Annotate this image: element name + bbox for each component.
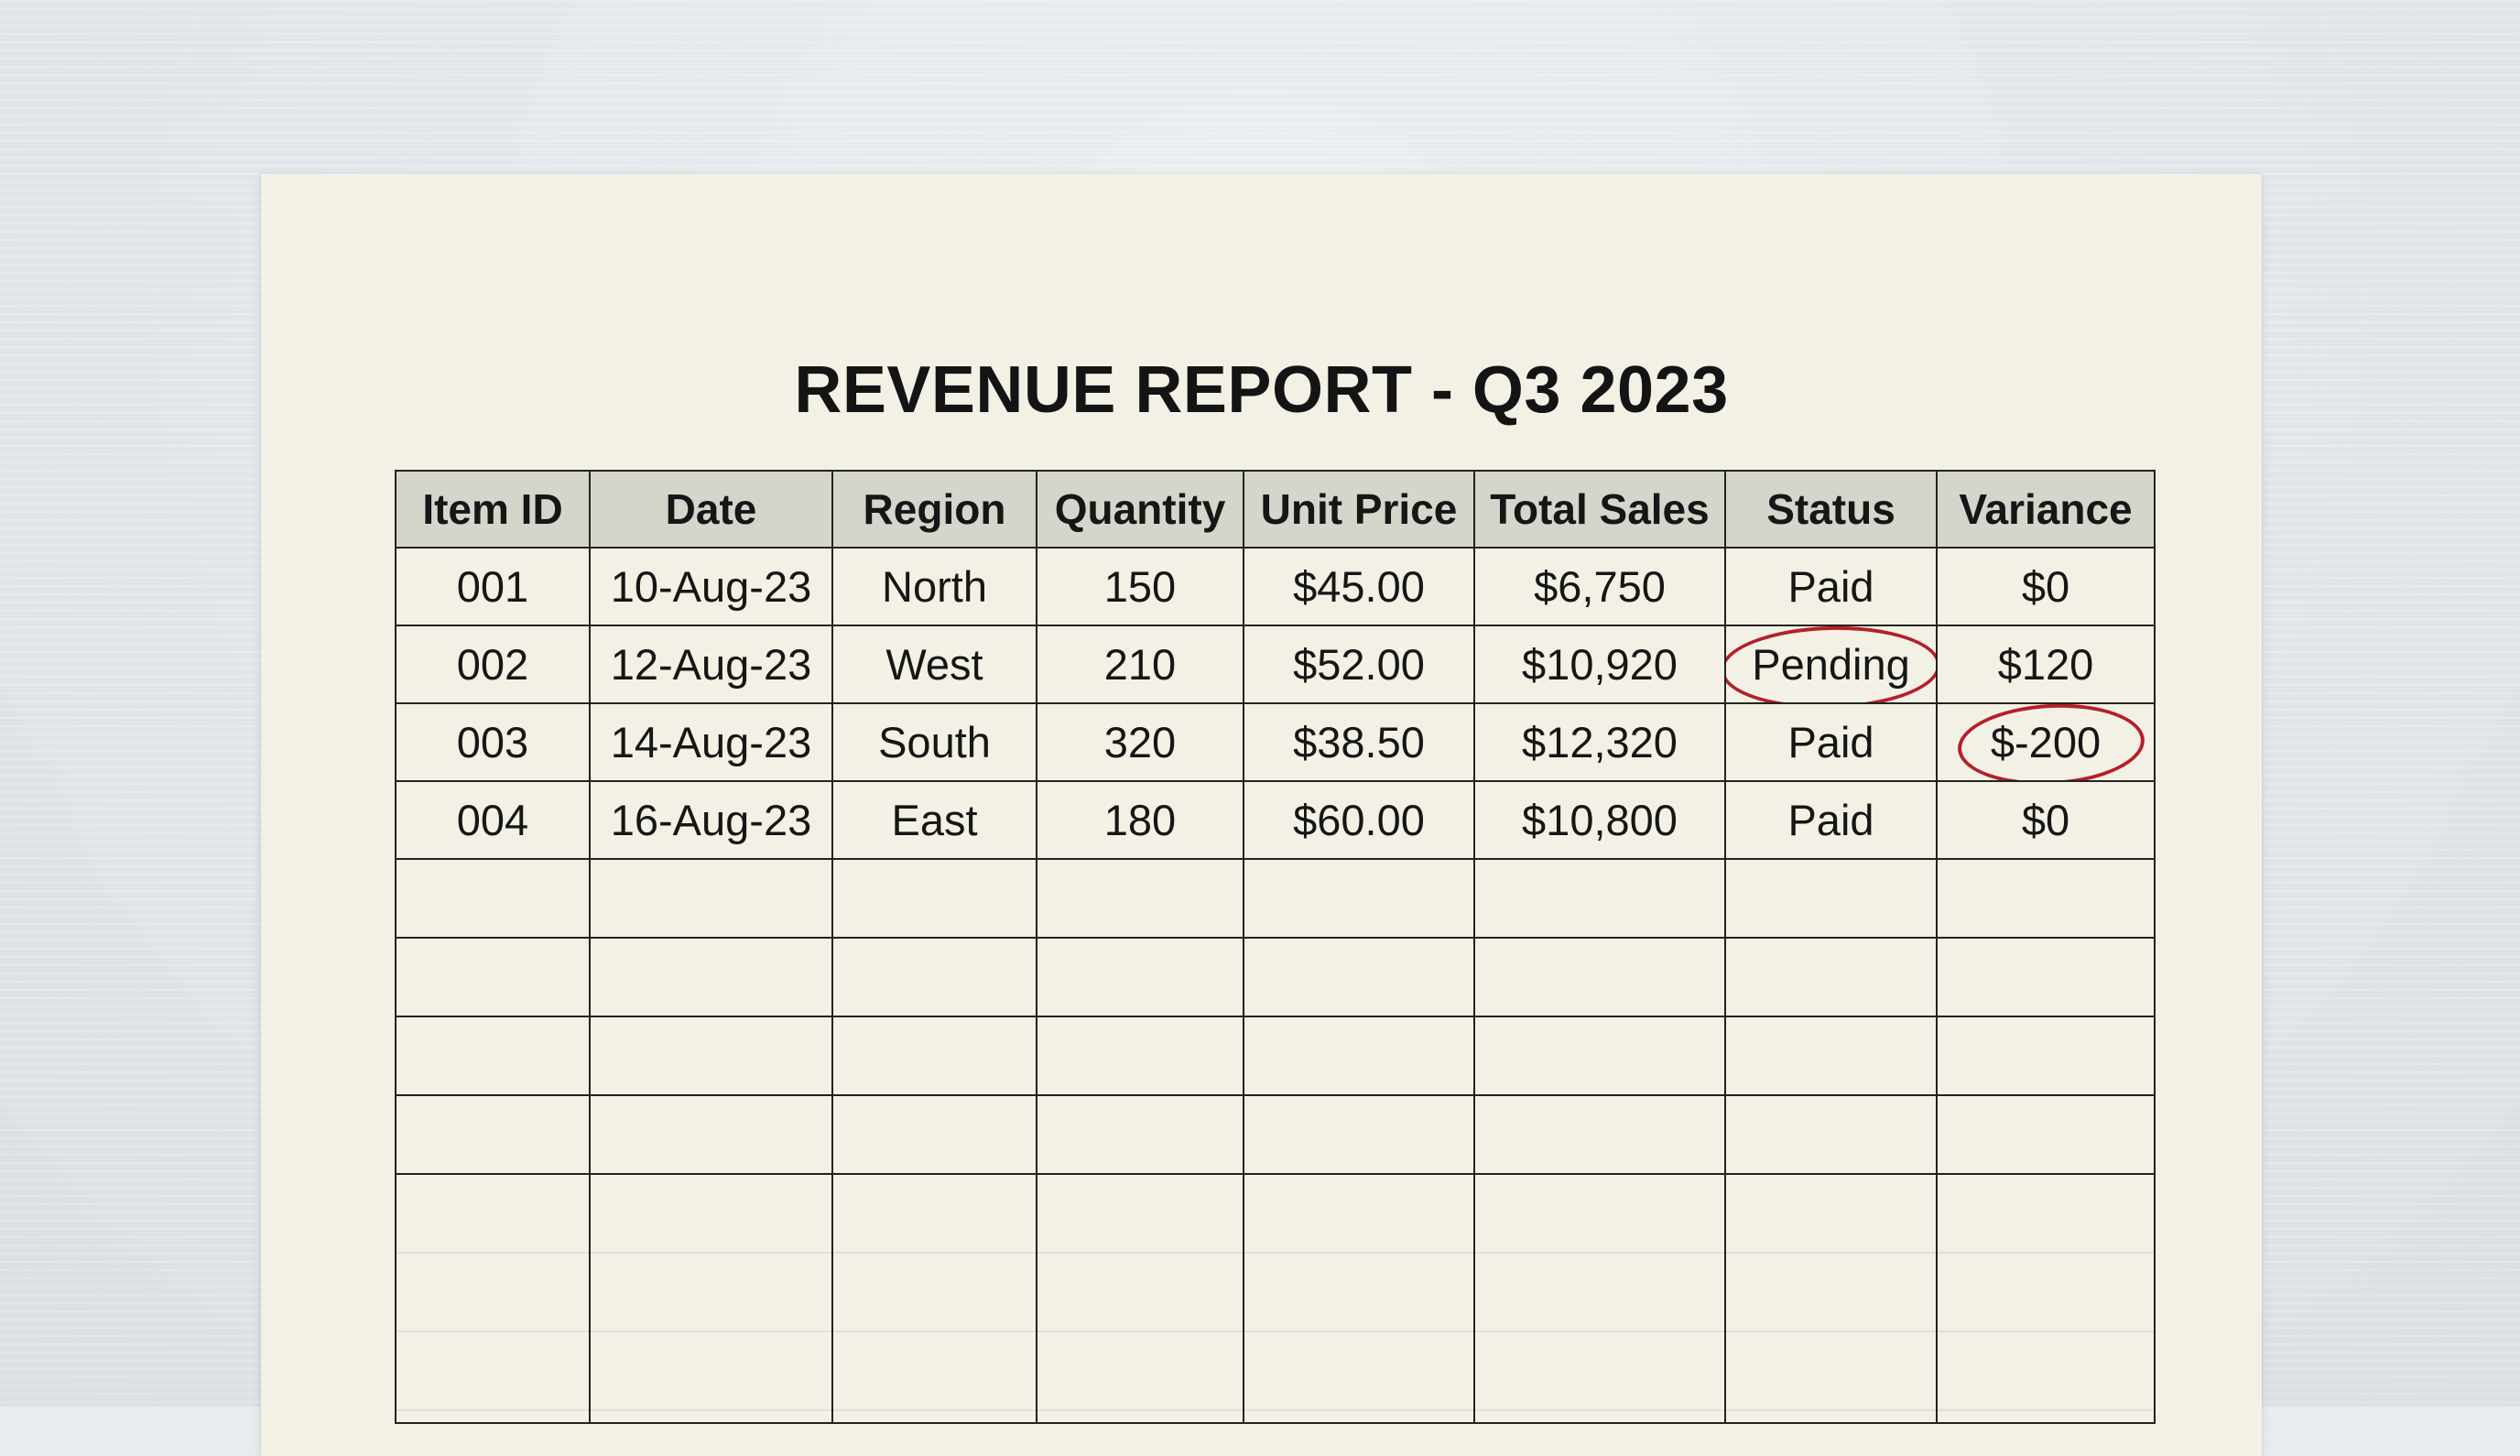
header-unit-price: Unit Price [1243, 470, 1475, 549]
cell-unit-price: $45.00 [1243, 547, 1475, 626]
cell-unit-price: $60.00 [1243, 780, 1475, 860]
cell-variance: $0 [1936, 547, 2156, 626]
cell-status: Paid [1724, 702, 1938, 782]
cell-status: Paid [1724, 780, 1938, 860]
cell-status-circled: Pending [1724, 625, 1938, 704]
empty-table-row [395, 937, 2156, 1017]
cell-total-sales: $10,920 [1473, 625, 1726, 704]
cell-item-id: 004 [395, 780, 591, 860]
empty-table-row [395, 1173, 2156, 1424]
table-row: 002 12-Aug-23 West 210 $52.00 $10,920 Pe… [395, 625, 2156, 704]
cell-variance: $120 [1936, 625, 2156, 704]
cell-quantity: 320 [1036, 702, 1244, 782]
cell-item-id: 001 [395, 547, 591, 626]
report-title: REVENUE REPORT - Q3 2023 [794, 353, 1729, 427]
revenue-table: Item ID Date Region Quantity Unit Price … [395, 470, 2156, 1424]
table-row: 001 10-Aug-23 North 150 $45.00 $6,750 Pa… [395, 547, 2156, 626]
empty-table-row [395, 1094, 2156, 1175]
empty-table-row [395, 1016, 2156, 1096]
table-header-row: Item ID Date Region Quantity Unit Price … [395, 470, 2156, 549]
header-date: Date [589, 470, 833, 549]
empty-table-row [395, 858, 2156, 939]
cell-quantity: 150 [1036, 547, 1244, 626]
header-quantity: Quantity [1036, 470, 1244, 549]
cell-status: Paid [1724, 547, 1938, 626]
cell-region: South [831, 702, 1037, 782]
header-status: Status [1724, 470, 1938, 549]
table-row: 003 14-Aug-23 South 320 $38.50 $12,320 P… [395, 702, 2156, 782]
header-region: Region [831, 470, 1037, 549]
header-variance: Variance [1936, 470, 2156, 549]
cell-variance: $0 [1936, 780, 2156, 860]
report-sheet: REVENUE REPORT - Q3 2023 Item ID Date Re… [261, 174, 2262, 1456]
cell-quantity: 180 [1036, 780, 1244, 860]
circled-status-value: Pending [1727, 627, 1935, 701]
cell-total-sales: $12,320 [1473, 702, 1726, 782]
cell-variance-text: $-200 [1990, 718, 2102, 766]
header-total-sales: Total Sales [1473, 470, 1726, 549]
cell-item-id: 002 [395, 625, 591, 704]
cell-region: East [831, 780, 1037, 860]
cell-status-text: Pending [1752, 640, 1910, 689]
cell-date: 10-Aug-23 [589, 547, 833, 626]
cell-region: West [831, 625, 1037, 704]
cell-total-sales: $10,800 [1473, 780, 1726, 860]
cell-unit-price: $52.00 [1243, 625, 1475, 704]
cell-unit-price: $38.50 [1243, 702, 1475, 782]
header-item-id: Item ID [395, 470, 591, 549]
cell-region: North [831, 547, 1037, 626]
cell-item-id: 003 [395, 702, 591, 782]
cell-date: 16-Aug-23 [589, 780, 833, 860]
cell-date: 14-Aug-23 [589, 702, 833, 782]
table-row: 004 16-Aug-23 East 180 $60.00 $10,800 Pa… [395, 780, 2156, 860]
cell-date: 12-Aug-23 [589, 625, 833, 704]
circled-variance-value: $-200 [1955, 705, 2147, 779]
cell-variance-circled: $-200 [1936, 702, 2156, 782]
cell-total-sales: $6,750 [1473, 547, 1726, 626]
cell-quantity: 210 [1036, 625, 1244, 704]
